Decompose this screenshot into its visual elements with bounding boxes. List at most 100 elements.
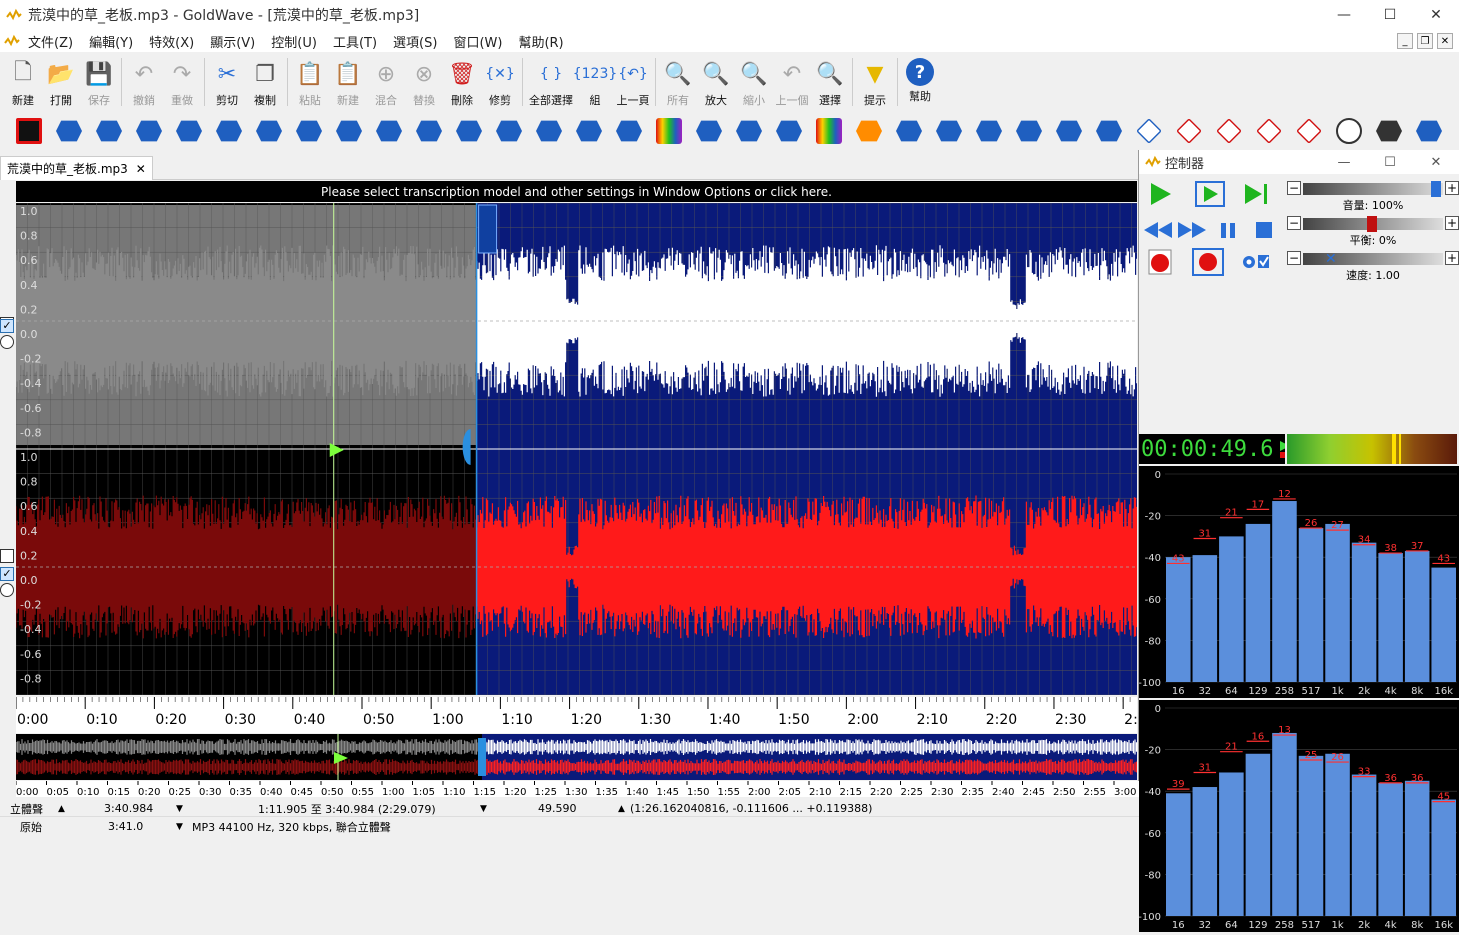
effect-button-32[interactable]	[1250, 115, 1288, 147]
effect-button-29[interactable]	[1130, 115, 1168, 147]
toolbar-save-button[interactable]: 💾 保存	[80, 54, 118, 110]
menu-options[interactable]: 選項(S)	[385, 32, 445, 51]
menu-window[interactable]: 窗口(W)	[445, 32, 510, 51]
effect-button-23[interactable]	[890, 115, 928, 147]
effect-button-20[interactable]	[770, 115, 808, 147]
effect-button-15[interactable]	[570, 115, 608, 147]
menu-tools[interactable]: 工具(T)	[325, 32, 385, 51]
play-selection-button[interactable]	[1193, 180, 1227, 208]
toolbar-zoom-in-button[interactable]: 🔍 放大	[697, 54, 735, 110]
toolbar-zoom-all-button[interactable]: 🔍 所有	[659, 54, 697, 110]
menu-effects[interactable]: 特效(X)	[141, 32, 202, 51]
speed-decrease-button[interactable]: −	[1287, 251, 1301, 265]
effect-button-28[interactable]	[1090, 115, 1128, 147]
speed-increase-button[interactable]: +	[1445, 251, 1459, 265]
effect-button-36[interactable]	[1410, 115, 1448, 147]
effect-button-21[interactable]	[810, 115, 848, 147]
toolbar-set-button[interactable]: {123} 組	[573, 54, 618, 110]
toolbar-cut-button[interactable]: ✂ 剪切	[208, 54, 246, 110]
overview-selection-handle[interactable]	[478, 738, 486, 776]
toolbar-select-all-button[interactable]: { } 全部選擇	[526, 54, 576, 110]
tab-close-icon[interactable]: ✕	[136, 162, 146, 176]
speed-thumb[interactable]: ✕	[1325, 251, 1339, 267]
monitor-record-button[interactable]	[1239, 248, 1273, 276]
balance-decrease-button[interactable]: −	[1287, 216, 1301, 230]
toolbar-copy-button[interactable]: ❐ 複制	[246, 54, 284, 110]
spectrum-top[interactable]: 0 -20 -40 -60 -80 -100 43 16 31 32 21 64 17 129 12 258 2…	[1138, 466, 1459, 698]
minimize-button[interactable]: —	[1321, 0, 1367, 30]
menu-file[interactable]: 文件(Z)	[20, 32, 81, 51]
timeline-ruler[interactable]: 0:00 0:10 0:20 0:30 0:40 0:50 1:00 1:10 1:20 1:30…	[15, 697, 1216, 733]
length-dropdown-icon[interactable]: ▼	[176, 800, 183, 817]
speed-slider[interactable]: − ✕ + 速度: 1.00	[1287, 250, 1459, 282]
channel-mode[interactable]: 立體聲	[10, 800, 43, 817]
toolbar-trim-button[interactable]: {✕} 修剪	[481, 54, 519, 110]
effect-button-5[interactable]	[170, 115, 208, 147]
maximize-button[interactable]: ☐	[1367, 0, 1413, 30]
speed-track[interactable]	[1303, 253, 1443, 265]
controller-close-button[interactable]: ✕	[1413, 150, 1459, 174]
menu-control[interactable]: 控制(U)	[263, 32, 325, 51]
left-channel-monitor-icon[interactable]	[0, 335, 14, 349]
waveform-canvas[interactable]: 1.0 0.8 0.6 0.4 0.2 0.0 -0.2 -0.4 -0.6 -0.8 1.0 0.8…	[16, 203, 1137, 695]
effect-button-7[interactable]	[250, 115, 288, 147]
toolbar-paste-button[interactable]: 📋 粘貼	[291, 54, 329, 110]
toolbar-zoom-out-button[interactable]: 🔍 縮小	[735, 54, 773, 110]
selection-dropdown-icon[interactable]: ▼	[480, 800, 487, 817]
effect-button-25[interactable]	[970, 115, 1008, 147]
toolbar-help-button[interactable]: ? 幫助	[901, 54, 939, 110]
effect-button-24[interactable]	[930, 115, 968, 147]
toolbar-previous-button[interactable]: {↶} 上一頁	[614, 54, 652, 110]
volume-thumb[interactable]	[1431, 181, 1441, 197]
effect-button-9[interactable]	[330, 115, 368, 147]
cursor-arrow-icon[interactable]: ▲	[618, 800, 625, 817]
toolbar-undo-button[interactable]: ↶ 撤銷	[125, 54, 163, 110]
right-channel-enable-checkbox[interactable]: ✓	[0, 567, 14, 581]
record-selection-button[interactable]	[1191, 248, 1225, 276]
effect-button-19[interactable]	[730, 115, 768, 147]
effect-button-34[interactable]	[1330, 115, 1368, 147]
toolbar-cue-button[interactable]: ▼ 提示	[856, 54, 894, 110]
toolbar-mix-button[interactable]: ⊕ 混合	[367, 54, 405, 110]
effect-button-14[interactable]	[530, 115, 568, 147]
mdi-close-button[interactable]: ✕	[1437, 33, 1453, 49]
effect-button-22[interactable]	[850, 115, 888, 147]
document-tab[interactable]: 荒漠中的草_老板.mp3 ✕	[0, 156, 153, 180]
balance-slider[interactable]: − + 平衡: 0%	[1287, 215, 1459, 247]
toolbar-zoom-prev-button[interactable]: ↶ 上一個	[773, 54, 811, 110]
selection-handle[interactable]	[478, 204, 498, 254]
left-channel-enable-checkbox[interactable]: ✓	[0, 319, 14, 333]
volume-decrease-button[interactable]: −	[1287, 181, 1301, 195]
effect-button-27[interactable]	[1050, 115, 1088, 147]
menu-edit[interactable]: 編輯(Y)	[81, 32, 141, 51]
right-channel-checkbox[interactable]	[0, 549, 14, 563]
mdi-restore-button[interactable]: ❐	[1417, 33, 1433, 49]
toolbar-zoom-select-button[interactable]: 🔍 選擇	[811, 54, 849, 110]
channel-mode-arrow-icon[interactable]: ▲	[58, 800, 65, 817]
effect-button-13[interactable]	[490, 115, 528, 147]
effect-button-10[interactable]	[370, 115, 408, 147]
mdi-minimize-button[interactable]: _	[1397, 33, 1413, 49]
effect-button-1[interactable]	[10, 115, 48, 147]
menu-help[interactable]: 幫助(R)	[510, 32, 571, 51]
toolbar-delete-button[interactable]: 🗑 刪除	[443, 54, 481, 110]
effect-button-16[interactable]	[610, 115, 648, 147]
effect-button-2[interactable]	[50, 115, 88, 147]
menu-view[interactable]: 顯示(V)	[202, 32, 263, 51]
transcription-banner[interactable]: Please select transcription model and ot…	[16, 181, 1137, 202]
play-to-end-button[interactable]	[1239, 180, 1273, 208]
volume-increase-button[interactable]: +	[1445, 181, 1459, 195]
effect-button-17[interactable]	[650, 115, 688, 147]
effect-button-3[interactable]	[90, 115, 128, 147]
pause-button[interactable]	[1211, 216, 1245, 244]
effect-button-12[interactable]	[450, 115, 488, 147]
effect-button-31[interactable]	[1210, 115, 1248, 147]
toolbar-replace-button[interactable]: ⊗ 替換	[405, 54, 443, 110]
rewind-button[interactable]	[1141, 216, 1175, 244]
volume-slider[interactable]: − + 音量: 100%	[1287, 180, 1459, 212]
toolbar-new-file-button[interactable]: 🗋 新建	[4, 54, 42, 110]
balance-thumb[interactable]	[1367, 216, 1377, 232]
original-dropdown-icon[interactable]: ▼	[176, 818, 183, 835]
controller-minimize-button[interactable]: —	[1321, 150, 1367, 174]
record-new-button[interactable]	[1143, 248, 1177, 276]
